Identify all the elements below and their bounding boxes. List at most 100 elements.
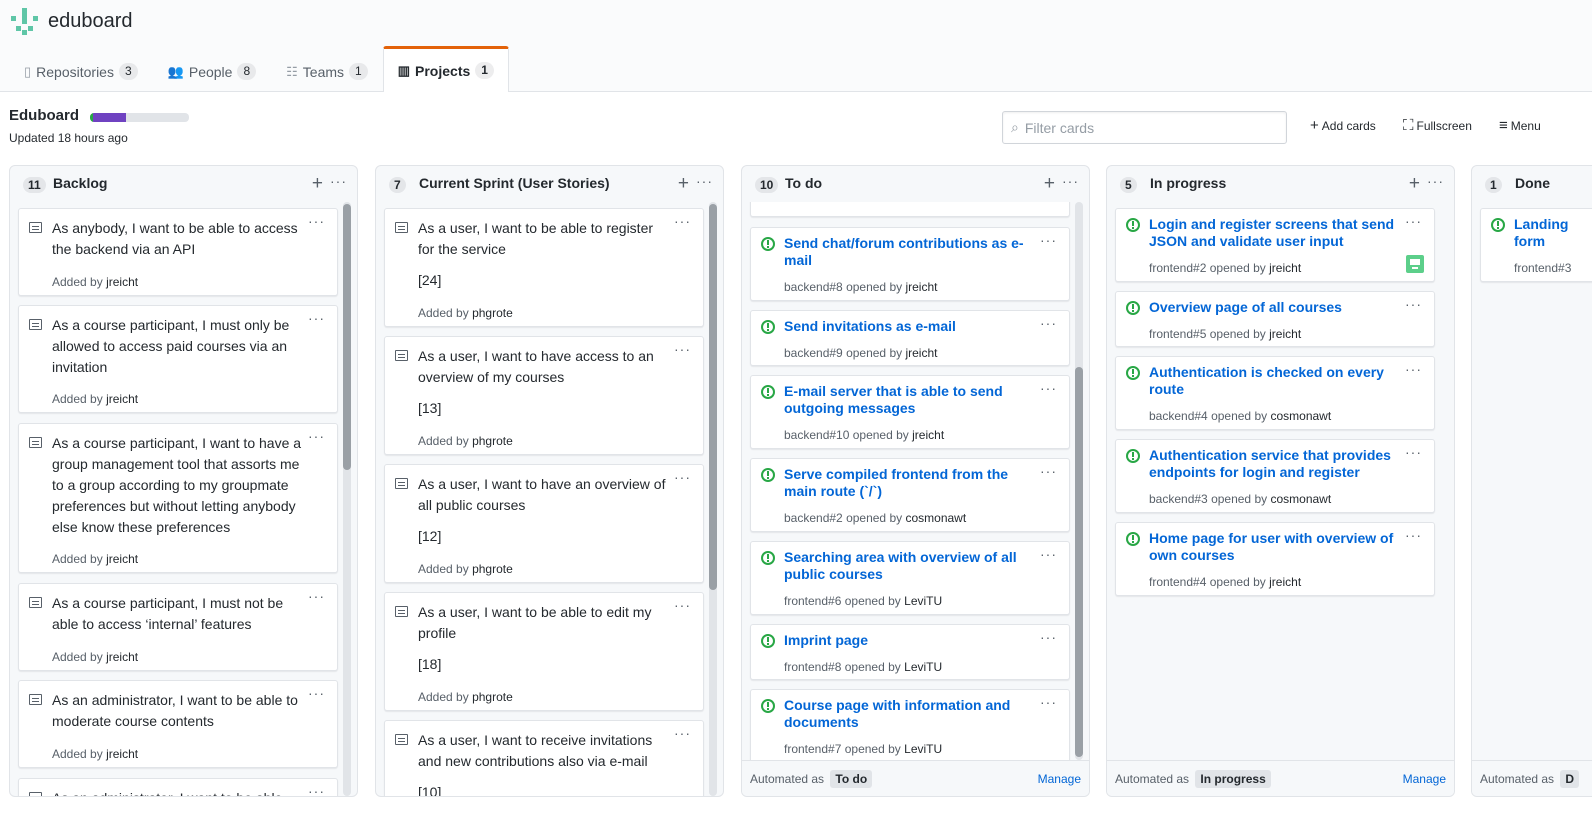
issue-card[interactable]: Send invitations as e-mail ··· backend#9… xyxy=(750,310,1070,366)
issue-title[interactable]: E-mail server that is able to send outgo… xyxy=(784,383,1035,417)
card-author[interactable]: phgrote xyxy=(472,434,513,448)
issue-card[interactable]: Imprint page ··· frontend#8 opened by Le… xyxy=(750,624,1070,680)
issue-card[interactable]: Searching area with overview of all publ… xyxy=(750,541,1070,615)
fullscreen-button[interactable]: ⛶ Fullscreen xyxy=(1403,117,1472,134)
add-card-icon[interactable]: + xyxy=(678,174,689,194)
card-more-icon[interactable]: ··· xyxy=(1040,232,1057,248)
filter-cards-input[interactable]: ⌕ Filter cards xyxy=(1002,111,1287,144)
issue-author[interactable]: jreicht xyxy=(1269,575,1301,589)
issue-card[interactable]: Overview page of all courses ··· fronten… xyxy=(1115,291,1435,347)
issue-title[interactable]: Searching area with overview of all publ… xyxy=(784,549,1035,583)
card-more-icon[interactable]: ··· xyxy=(1405,213,1422,229)
column-name[interactable]: Current Sprint (User Stories) xyxy=(419,175,610,191)
card-more-icon[interactable]: ··· xyxy=(1040,629,1057,645)
issue-card[interactable]: Authentication is checked on every route… xyxy=(1115,356,1435,430)
card-more-icon[interactable]: ··· xyxy=(308,310,325,326)
column-cards[interactable]: Landing form frontend#3 xyxy=(1472,202,1592,760)
note-card[interactable]: As an administrator, I want to be able t… xyxy=(18,680,338,768)
note-card[interactable]: As anybody, I want to be able to access … xyxy=(18,208,338,296)
issue-ref[interactable]: frontend#3 xyxy=(1514,261,1571,275)
card-author[interactable]: jreicht xyxy=(106,275,138,289)
column-name[interactable]: Backlog xyxy=(53,175,107,191)
column-more-icon[interactable]: ··· xyxy=(1427,173,1444,189)
card-more-icon[interactable]: ··· xyxy=(1040,315,1057,331)
manage-automation-link[interactable]: Manage xyxy=(1403,772,1446,786)
issue-ref[interactable]: backend#4 xyxy=(1149,409,1208,423)
card-more-icon[interactable]: ··· xyxy=(674,469,691,485)
issue-title[interactable]: Send invitations as e-mail xyxy=(784,318,1035,335)
tab-projects[interactable]: ▥ Projects 1 xyxy=(382,46,509,92)
issue-ref[interactable]: backend#2 xyxy=(784,511,843,525)
issue-title[interactable]: Serve compiled frontend from the main ro… xyxy=(784,466,1035,500)
issue-ref[interactable]: backend#9 xyxy=(784,346,843,360)
card-more-icon[interactable]: ··· xyxy=(1405,444,1422,460)
issue-author[interactable]: LeviTU xyxy=(904,742,942,756)
tab-teams[interactable]: ☷ Teams 1 xyxy=(271,50,383,92)
issue-card[interactable]: Course page with information and documen… xyxy=(750,689,1070,760)
column-scrollbar[interactable] xyxy=(709,202,717,796)
card-more-icon[interactable]: ··· xyxy=(674,597,691,613)
note-card[interactable]: As a user, I want to have an overview of… xyxy=(384,464,704,583)
card-more-icon[interactable]: ··· xyxy=(1040,694,1057,710)
issue-author[interactable]: LeviTU xyxy=(904,660,942,674)
column-scrollbar[interactable] xyxy=(343,202,351,796)
card-more-icon[interactable]: ··· xyxy=(308,685,325,701)
issue-card[interactable] xyxy=(750,202,1070,217)
tab-people[interactable]: 👥 People 8 xyxy=(153,50,271,92)
card-more-icon[interactable]: ··· xyxy=(674,341,691,357)
column-name[interactable]: To do xyxy=(785,175,822,191)
issue-ref[interactable]: frontend#5 xyxy=(1149,327,1206,341)
column-scrollbar[interactable] xyxy=(1075,202,1083,760)
issue-title[interactable]: Landing form xyxy=(1514,216,1568,250)
add-card-icon[interactable]: + xyxy=(1409,174,1420,194)
issue-title[interactable]: Overview page of all courses xyxy=(1149,299,1400,316)
issue-author[interactable]: jreicht xyxy=(1269,327,1301,341)
issue-card[interactable]: Login and register screens that send JSO… xyxy=(1115,208,1435,282)
issue-author[interactable]: cosmonawt xyxy=(1270,409,1331,423)
issue-ref[interactable]: backend#8 xyxy=(784,280,843,294)
tab-repositories[interactable]: ▯ Repositories 3 xyxy=(9,50,153,92)
scrollbar-thumb[interactable] xyxy=(1075,367,1083,757)
issue-ref[interactable]: frontend#2 xyxy=(1149,261,1206,275)
issue-author[interactable]: cosmonawt xyxy=(905,511,966,525)
column-name[interactable]: In progress xyxy=(1150,175,1226,191)
issue-ref[interactable]: frontend#4 xyxy=(1149,575,1206,589)
menu-button[interactable]: ≡ Menu xyxy=(1499,117,1541,134)
issue-ref[interactable]: backend#10 xyxy=(784,428,849,442)
issue-title[interactable]: Login and register screens that send JSO… xyxy=(1149,216,1400,250)
issue-title[interactable]: Authentication is checked on every route xyxy=(1149,364,1400,398)
issue-card[interactable]: Send chat/forum contributions as e-mail … xyxy=(750,227,1070,301)
add-card-icon[interactable]: + xyxy=(312,174,323,194)
note-card[interactable]: As a user, I want to be able to edit my … xyxy=(384,592,704,711)
issue-author[interactable]: jreicht xyxy=(905,346,937,360)
card-more-icon[interactable]: ··· xyxy=(1040,546,1057,562)
note-card[interactable]: As a user, I want to receive invitations… xyxy=(384,720,704,796)
note-card[interactable]: As a user, I want to be able to register… xyxy=(384,208,704,327)
add-cards-button[interactable]: + Add cards xyxy=(1310,117,1376,134)
column-more-icon[interactable]: ··· xyxy=(330,173,347,189)
column-cards[interactable]: As a user, I want to be able to register… xyxy=(376,202,723,796)
card-more-icon[interactable]: ··· xyxy=(674,213,691,229)
issue-ref[interactable]: backend#3 xyxy=(1149,492,1208,506)
card-author[interactable]: phgrote xyxy=(472,562,513,576)
note-card[interactable]: As an administrator, I want to be able ·… xyxy=(18,778,338,796)
issue-author[interactable]: jreicht xyxy=(905,280,937,294)
add-card-icon[interactable]: + xyxy=(1044,174,1055,194)
issue-title[interactable]: Home page for user with overview of own … xyxy=(1149,530,1400,564)
issue-author[interactable]: LeviTU xyxy=(904,594,942,608)
issue-card[interactable]: E-mail server that is able to send outgo… xyxy=(750,375,1070,449)
issue-title[interactable]: Authentication service that provides end… xyxy=(1149,447,1400,481)
note-card[interactable]: As a course participant, I must only be … xyxy=(18,305,338,413)
card-author[interactable]: jreicht xyxy=(106,392,138,406)
assignee-avatar[interactable] xyxy=(1406,255,1424,273)
card-more-icon[interactable]: ··· xyxy=(674,725,691,741)
column-cards[interactable]: Login and register screens that send JSO… xyxy=(1107,202,1454,760)
manage-automation-link[interactable]: Manage xyxy=(1038,772,1081,786)
issue-author[interactable]: jreicht xyxy=(1269,261,1301,275)
card-author[interactable]: phgrote xyxy=(472,690,513,704)
issue-title[interactable]: Send chat/forum contributions as e-mail xyxy=(784,235,1035,269)
card-more-icon[interactable]: ··· xyxy=(308,213,325,229)
card-author[interactable]: jreicht xyxy=(106,650,138,664)
scrollbar-thumb[interactable] xyxy=(343,204,351,470)
card-author[interactable]: jreicht xyxy=(106,747,138,761)
